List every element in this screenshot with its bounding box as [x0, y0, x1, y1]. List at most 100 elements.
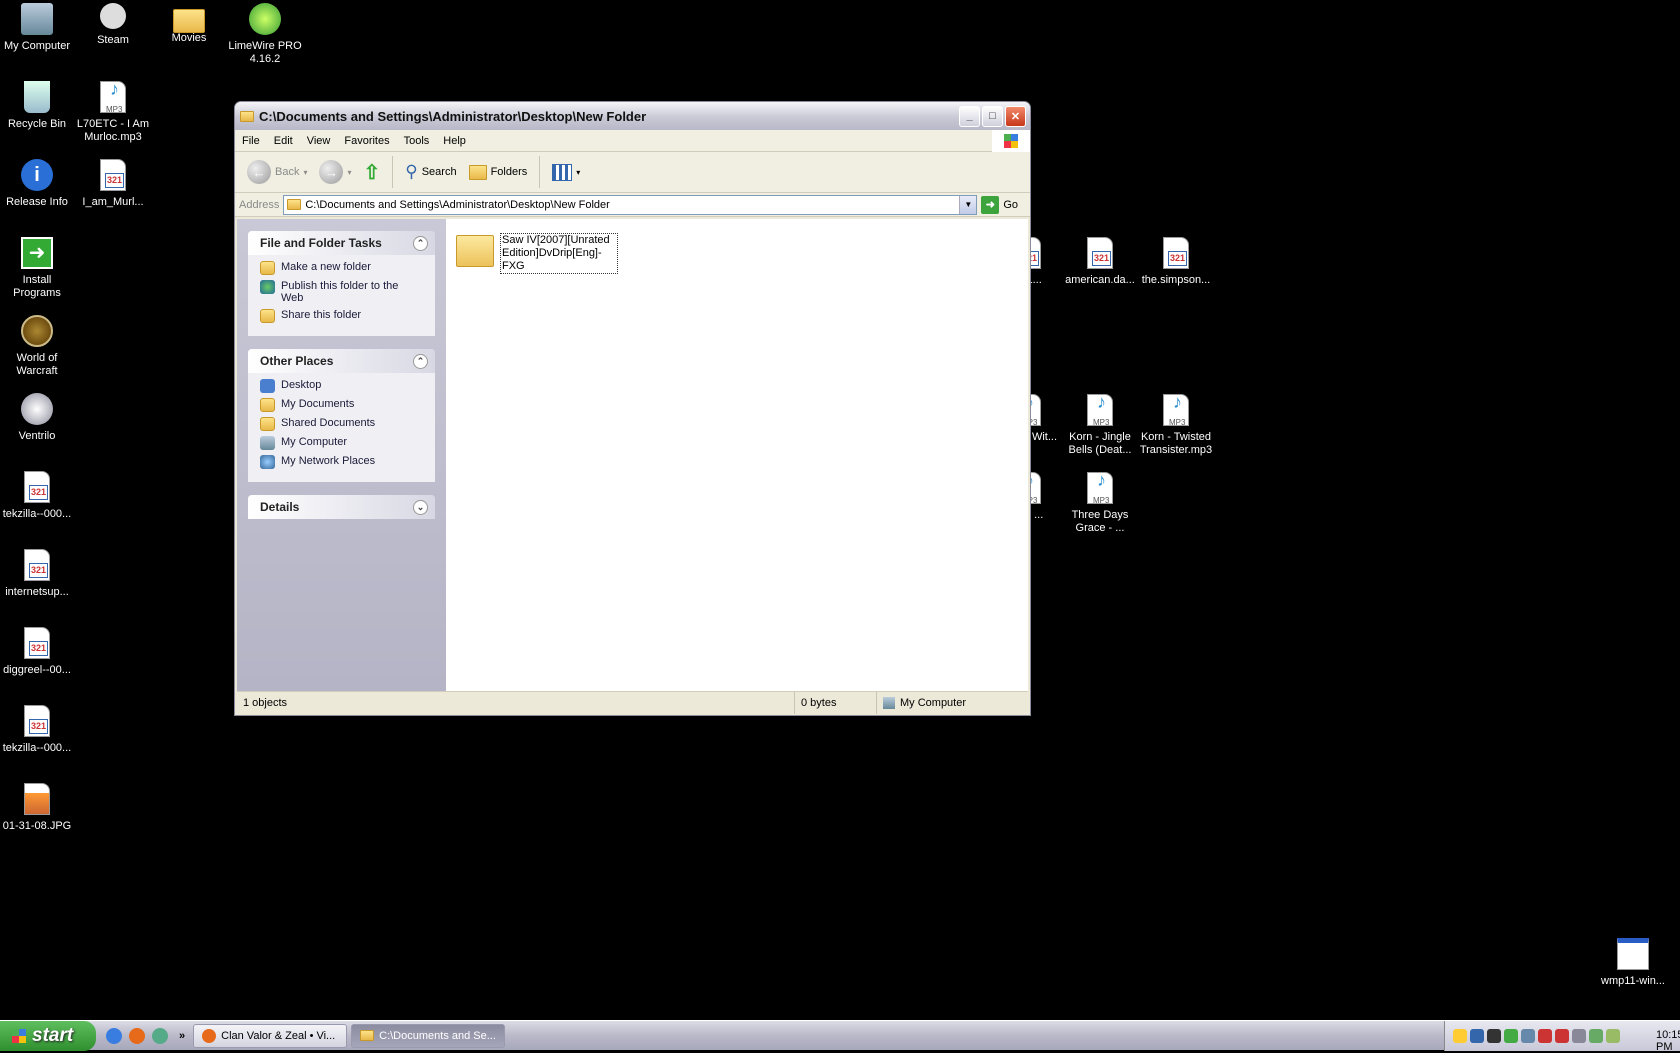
tray-icon[interactable] — [1589, 1028, 1603, 1043]
aim-icon[interactable] — [1453, 1028, 1467, 1043]
video-file-icon — [1087, 237, 1113, 269]
place-network[interactable]: My Network Places — [260, 455, 423, 469]
desktop-icon-video[interactable]: tekzilla--000... — [0, 705, 75, 755]
forward-button[interactable]: → ▾ — [315, 158, 355, 186]
desktop-icon-jpg[interactable]: 01-31-08.JPG — [0, 783, 75, 833]
more-quicklaunch-button[interactable]: » — [179, 1030, 185, 1042]
desktop-icon-mp3[interactable]: Three Days Grace - ... — [1062, 472, 1138, 535]
folders-button[interactable]: Folders — [465, 163, 532, 182]
desktop-icon-wmp11[interactable]: wmp11-win... — [1595, 938, 1671, 988]
limewire-icon — [249, 3, 281, 35]
desktop-icon-mp3[interactable]: L70ETC - I Am Murloc.mp3 — [75, 81, 151, 144]
menu-favorites[interactable]: Favorites — [337, 135, 396, 147]
app-icon[interactable] — [152, 1027, 168, 1044]
menu-view[interactable]: View — [300, 135, 338, 147]
desktop-icon-video[interactable]: diggreel--00... — [0, 627, 75, 677]
go-button[interactable]: ➜ Go — [981, 195, 1026, 214]
menu-edit[interactable]: Edit — [267, 135, 300, 147]
desktop-icon-video[interactable]: tekzilla--000... — [0, 471, 75, 521]
desktop-icon-video[interactable]: american.da... — [1062, 237, 1138, 287]
panel-header[interactable]: Details ⌄ — [248, 495, 435, 519]
toolbar-separator — [539, 156, 541, 188]
desktop-icon-recycle-bin[interactable]: Recycle Bin — [0, 81, 75, 131]
tray-icon[interactable] — [1470, 1028, 1484, 1043]
taskbar-button-explorer[interactable]: C:\Documents and Se... — [351, 1023, 506, 1048]
search-button[interactable]: ⚲ Search — [401, 160, 460, 184]
status-objects: 1 objects — [237, 692, 795, 714]
folders-icon — [468, 164, 487, 180]
volume-icon[interactable] — [1606, 1028, 1620, 1043]
collapse-icon[interactable]: ⌃ — [413, 235, 428, 251]
folder-item[interactable]: Saw IV[2007][Unrated Edition]DvDrip[Eng]… — [456, 229, 618, 274]
shared-folder-icon — [260, 417, 275, 431]
file-folder-tasks-panel: File and Folder Tasks ⌃ Make a new folder… — [248, 231, 435, 336]
network-icon[interactable] — [1521, 1028, 1535, 1043]
toolbar-separator — [392, 156, 394, 188]
wow-icon — [21, 315, 53, 347]
network-disconnected-icon[interactable] — [1555, 1028, 1569, 1043]
back-arrow-icon: ← — [247, 160, 271, 184]
collapse-icon[interactable]: ⌃ — [413, 353, 428, 369]
panel-header[interactable]: Other Places ⌃ — [248, 349, 435, 373]
status-zone: My Computer — [877, 692, 1028, 714]
panel-header[interactable]: File and Folder Tasks ⌃ — [248, 231, 435, 255]
desktop-icon-install-programs[interactable]: ➜ Install Programs — [0, 237, 75, 300]
task-make-folder[interactable]: Make a new folder — [260, 261, 423, 275]
desktop-icon-release-info[interactable]: i Release Info — [0, 159, 75, 209]
desktop-icon-steam[interactable]: Steam — [75, 3, 151, 47]
up-folder-button[interactable]: ⇧ — [360, 158, 385, 187]
address-input[interactable]: C:\Documents and Settings\Administrator\… — [283, 194, 978, 215]
messenger-icon[interactable] — [1504, 1028, 1518, 1043]
place-my-documents[interactable]: My Documents — [260, 398, 423, 412]
window-body: File and Folder Tasks ⌃ Make a new folder… — [237, 219, 1028, 691]
desktop-icon-video[interactable]: internetsup... — [0, 549, 75, 599]
taskbar: start » Clan Valor & Zeal • Vi... C:\Doc… — [0, 1020, 1680, 1053]
folder-icon — [173, 9, 205, 33]
place-desktop[interactable]: Desktop — [260, 379, 423, 393]
desktop-icon-ventrilo[interactable]: Ventrilo — [0, 393, 75, 443]
desktop-icon-wow[interactable]: World of Warcraft — [0, 315, 75, 378]
clock[interactable]: 10:15 PM — [1656, 1029, 1680, 1053]
address-dropdown-button[interactable]: ▼ — [959, 195, 977, 214]
desktop-icon-movies[interactable]: Movies — [151, 3, 227, 45]
close-button[interactable]: ✕ — [1005, 105, 1026, 127]
explorer-window: C:\Documents and Settings\Administrator\… — [234, 101, 1031, 716]
desktop-icon-limewire[interactable]: LimeWire PRO 4.16.2 — [227, 3, 303, 66]
title-bar[interactable]: C:\Documents and Settings\Administrator\… — [235, 102, 1030, 130]
mp3-file-icon — [100, 81, 126, 116]
start-button[interactable]: start — [0, 1020, 96, 1051]
taskbar-button-firefox[interactable]: Clan Valor & Zeal • Vi... — [193, 1023, 348, 1048]
menu-help[interactable]: Help — [436, 135, 473, 147]
steam-tray-icon[interactable] — [1487, 1028, 1501, 1043]
computer-icon — [883, 697, 895, 709]
file-list: Saw IV[2007][Unrated Edition]DvDrip[Eng]… — [446, 219, 1028, 691]
menu-tools[interactable]: Tools — [397, 135, 437, 147]
up-folder-icon: ⇧ — [363, 161, 381, 184]
back-button[interactable]: ← Back ▾ — [243, 158, 311, 186]
maximize-button[interactable]: □ — [982, 105, 1003, 127]
security-icon[interactable] — [1572, 1028, 1586, 1043]
desktop-icon-video[interactable]: I_am_Murl... — [75, 159, 151, 209]
place-my-computer[interactable]: My Computer — [260, 436, 423, 450]
firefox-icon[interactable] — [129, 1027, 145, 1044]
forward-arrow-icon: → — [319, 160, 344, 184]
address-label: Address — [239, 198, 280, 211]
desktop-icon-my-computer[interactable]: My Computer — [0, 3, 75, 53]
views-button[interactable]: ▾ — [548, 162, 584, 183]
expand-icon[interactable]: ⌄ — [413, 499, 428, 515]
globe-icon — [260, 280, 275, 294]
ie-icon[interactable] — [106, 1027, 122, 1044]
mp3-file-icon — [1163, 394, 1189, 429]
task-publish-web[interactable]: Publish this folder to the Web — [260, 280, 423, 304]
desktop-icon-mp3[interactable]: Korn - Jingle Bells (Deat... — [1062, 394, 1138, 457]
network-disconnected-icon[interactable] — [1538, 1028, 1552, 1043]
mp3-file-icon — [1087, 472, 1113, 507]
place-shared-documents[interactable]: Shared Documents — [260, 417, 423, 431]
desktop-icon-mp3[interactable]: Korn - Twisted Transister.mp3 — [1138, 394, 1214, 457]
minimize-button[interactable]: _ — [959, 105, 980, 127]
task-share-folder[interactable]: Share this folder — [260, 309, 423, 323]
toolbar: ← Back ▾ → ▾ ⇧ ⚲ Search Folders ▾ — [235, 152, 1030, 193]
desktop-icon-video[interactable]: the.simpson... — [1138, 237, 1214, 287]
ventrilo-icon — [21, 393, 53, 425]
menu-file[interactable]: File — [235, 135, 267, 147]
